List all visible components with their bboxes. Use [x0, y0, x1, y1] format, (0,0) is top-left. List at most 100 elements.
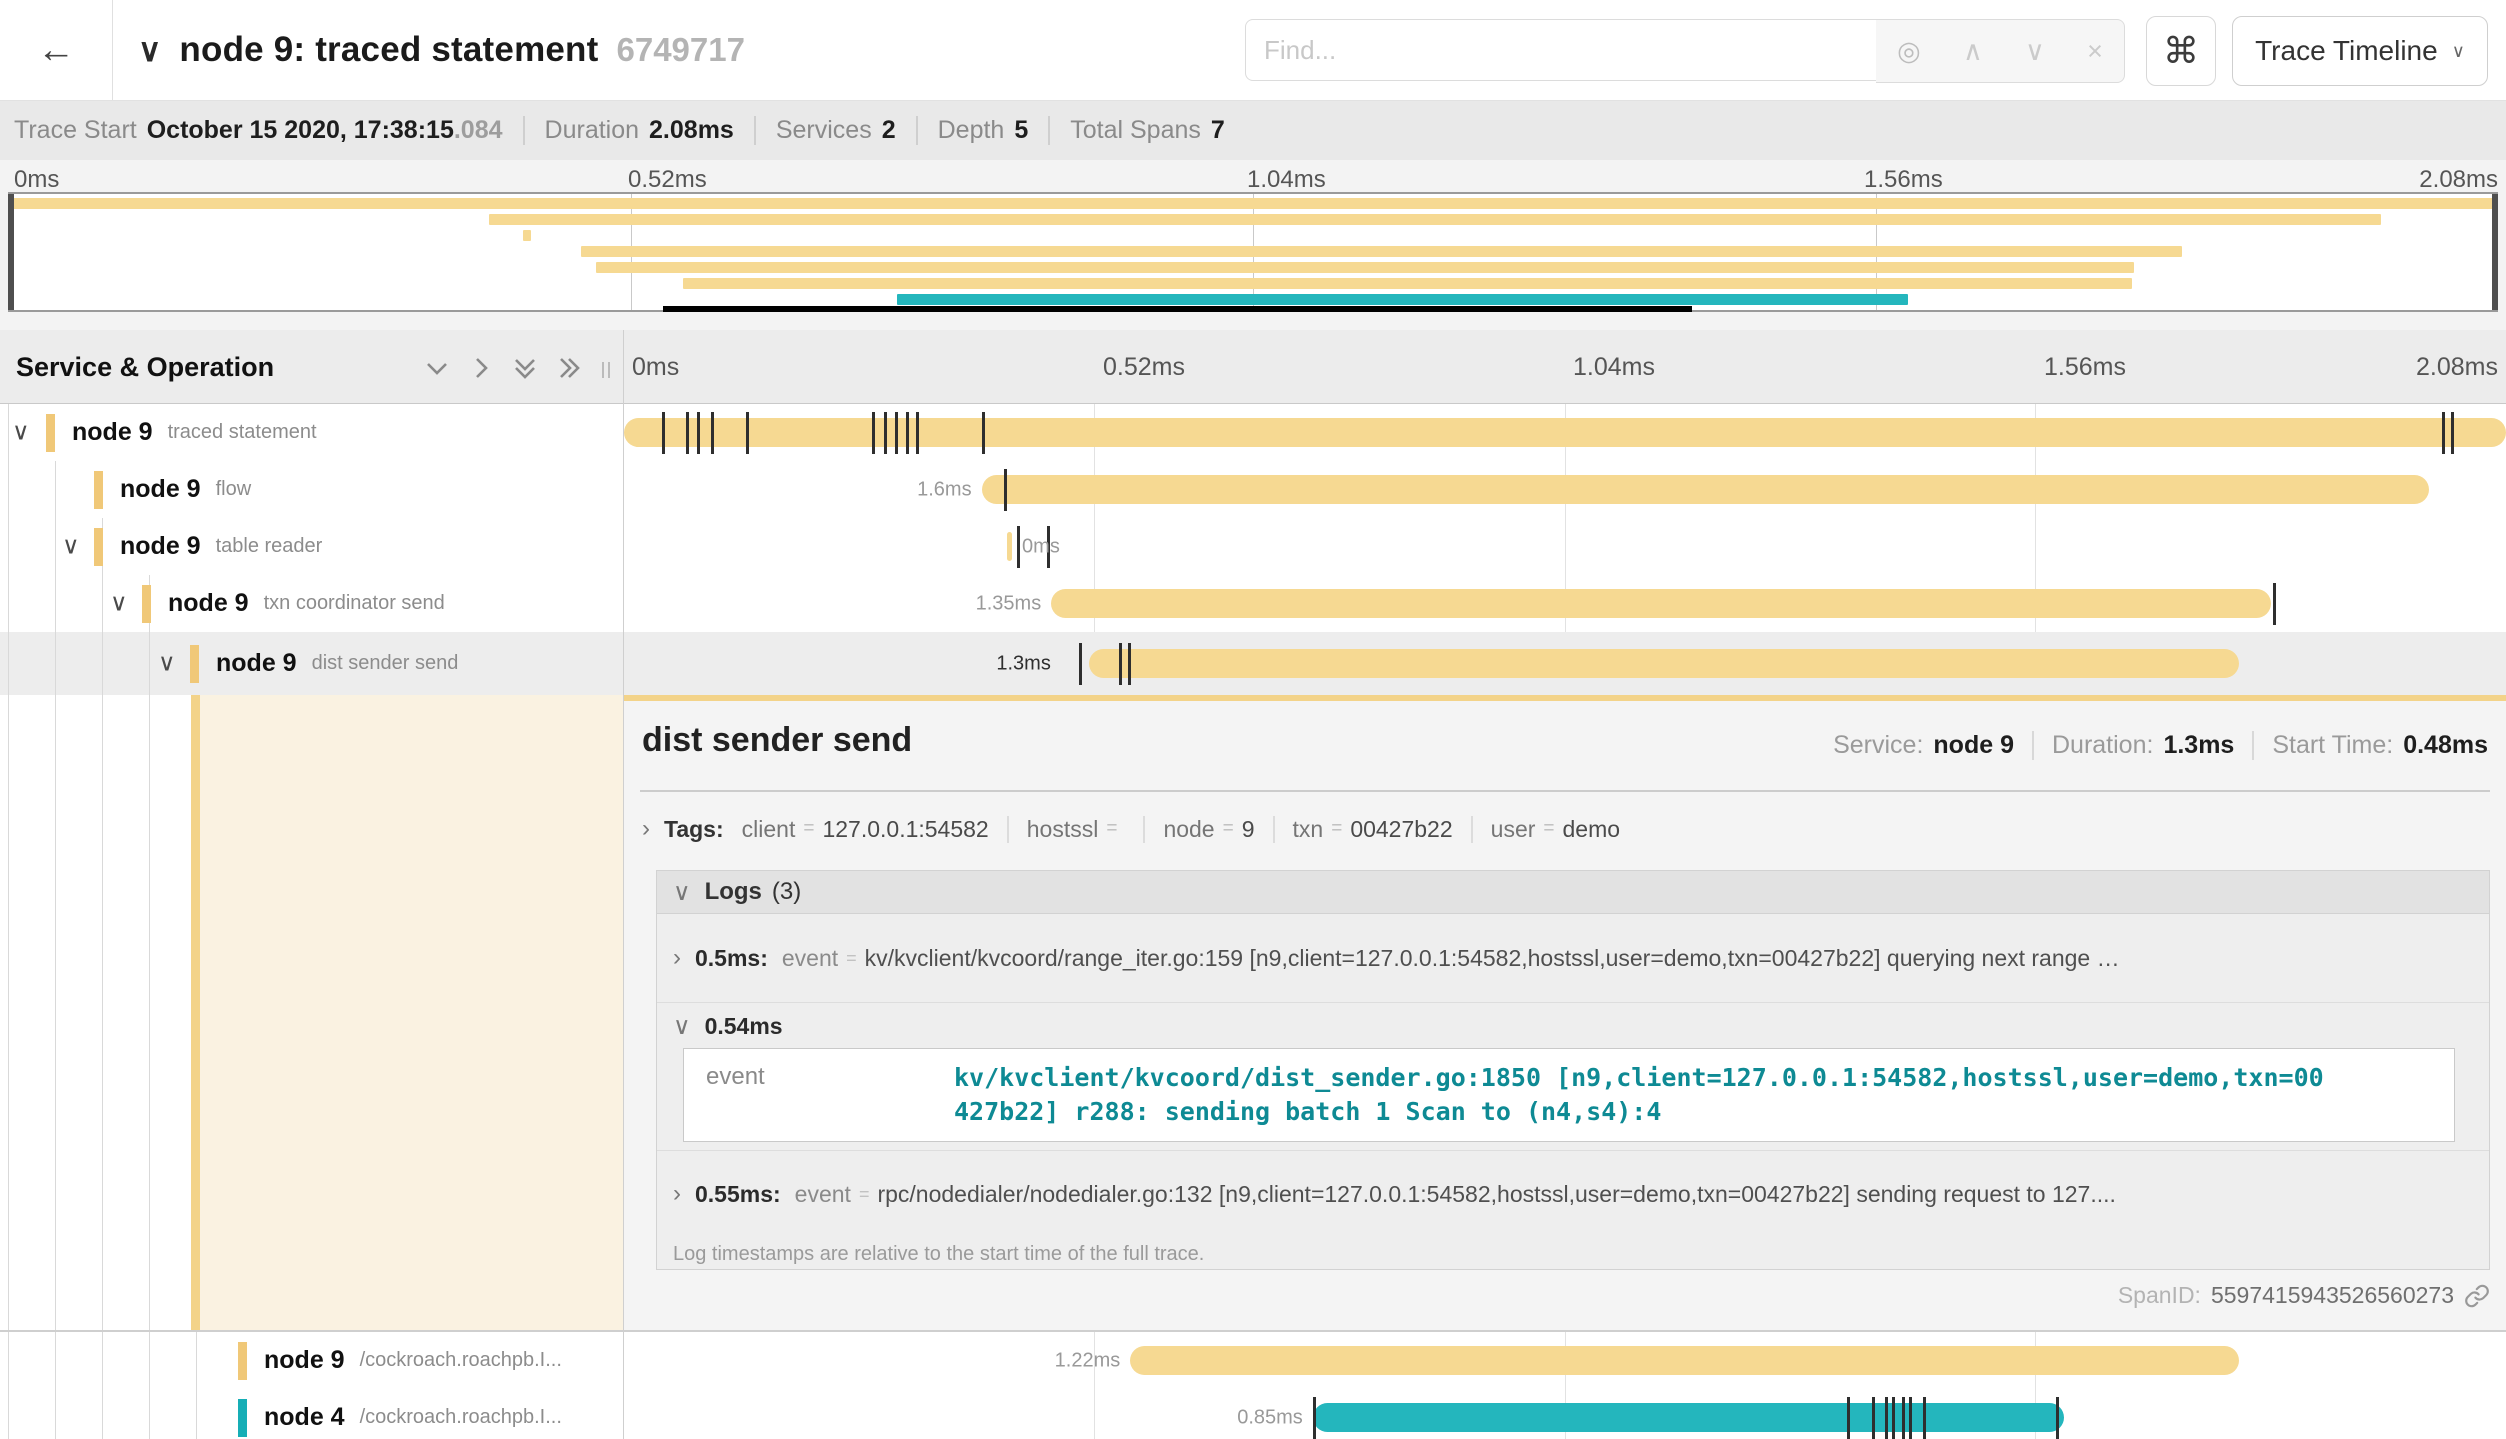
- operation-name: /cockroach.roachpb.I...: [360, 1349, 562, 1372]
- operation-name: traced statement: [168, 421, 317, 444]
- tags-toggle-row[interactable]: › Tags: client = 127.0.0.1:54582 hostssl…: [642, 809, 1620, 849]
- chevron-down-icon[interactable]: ∨: [110, 588, 128, 617]
- minimap-scrubber[interactable]: [663, 306, 1692, 312]
- service-name: node 9: [72, 418, 153, 447]
- span-tree-row-txn-coordinator-send[interactable]: ∨ node 9 txn coordinator send: [0, 575, 623, 632]
- span-tree-row-flow[interactable]: node 9 flow: [0, 461, 623, 518]
- tag-value: 127.0.0.1:54582: [822, 816, 988, 843]
- timeline-axis-tick: 1.56ms: [2044, 330, 2126, 404]
- log-entry-0.55ms[interactable]: › 0.55ms: event = rpc/nodedialer/nodedia…: [657, 1150, 2489, 1237]
- equals-sign: =: [1106, 818, 1117, 840]
- duration-item: Duration 2.08ms: [523, 116, 734, 145]
- tags-label: Tags:: [664, 816, 724, 843]
- title-collapse-icon[interactable]: ∨: [138, 31, 161, 69]
- log-marker-tick: [1885, 1397, 1888, 1439]
- service-name: node 4: [264, 1403, 345, 1432]
- expanded-span-accent-column: [200, 695, 623, 1330]
- log-entry-0.54ms-header[interactable]: ∨ 0.54ms: [657, 1003, 2489, 1049]
- tag-key: hostssl: [1027, 816, 1099, 843]
- expand-one-icon[interactable]: [464, 351, 498, 385]
- span-tree-row-node9-roachpb[interactable]: node 9 /cockroach.roachpb.I...: [0, 1332, 623, 1389]
- trace-timeline-dropdown[interactable]: Trace Timeline ∨: [2232, 16, 2488, 86]
- tree-guide-line: [149, 575, 150, 1439]
- span-bar[interactable]: [1007, 532, 1012, 561]
- span-tree-row-dist-sender-send[interactable]: ∨ node 9 dist sender send: [0, 632, 623, 695]
- log-marker-tick: [1017, 526, 1020, 568]
- expanded-span-accent-band: [191, 695, 200, 1330]
- span-tree-row-node4-roachpb[interactable]: node 4 /cockroach.roachpb.I...: [0, 1389, 623, 1439]
- log-field-key: event: [706, 1063, 765, 1091]
- log-marker-tick: [2056, 1397, 2059, 1439]
- chevron-down-icon[interactable]: ∨: [12, 417, 30, 446]
- chevron-right-icon: ›: [642, 815, 650, 843]
- span-duration-label: 0ms: [1022, 535, 1060, 558]
- tag-value: demo: [1563, 816, 1621, 843]
- chevron-down-icon[interactable]: ∨: [62, 531, 80, 560]
- services-label: Services: [776, 116, 872, 145]
- span-duration-label: 1.6ms: [917, 478, 971, 501]
- tag-key: user: [1491, 816, 1536, 843]
- collapse-all-icon[interactable]: [508, 351, 542, 385]
- equals-sign: =: [846, 948, 857, 969]
- span-bar[interactable]: [1130, 1346, 2238, 1375]
- minimap-viewport[interactable]: [8, 192, 2498, 312]
- log-marker-tick: [746, 412, 749, 454]
- find-next-icon[interactable]: ∨: [2025, 38, 2045, 65]
- service-color-chip: [142, 585, 151, 623]
- service-name: node 9: [264, 1346, 345, 1375]
- timeline-minimap[interactable]: 0ms0.52ms1.04ms1.56ms2.08ms: [0, 160, 2506, 330]
- span-tree-row-traced-statement[interactable]: ∨ node 9 traced statement: [0, 404, 623, 461]
- service-name: node 9: [168, 589, 249, 618]
- tag-key: txn: [1293, 816, 1324, 843]
- span-detail-panel: dist sender send Service: node 9 Duratio…: [624, 695, 2506, 1332]
- column-resizer-handle[interactable]: [600, 356, 614, 382]
- find-clear-icon[interactable]: ×: [2087, 38, 2103, 65]
- meta-service: Service: node 9: [1833, 731, 2014, 760]
- page-title: node 9: traced statement: [179, 30, 598, 70]
- span-bar[interactable]: [1051, 589, 2271, 618]
- trace-summary-bar: Trace Start October 15 2020, 17:38:15 .0…: [0, 101, 2506, 160]
- timeline-header: Service & Operation 0ms0.52ms1.04ms1.56m…: [0, 330, 2506, 404]
- log-field-key: event: [795, 1181, 851, 1208]
- span-bar[interactable]: [1313, 1403, 2064, 1432]
- trace-title-group: ∨ node 9: traced statement 6749717: [138, 0, 745, 100]
- log-marker-tick: [1923, 1397, 1926, 1439]
- span-bar[interactable]: [982, 475, 2429, 504]
- equals-sign: =: [1223, 818, 1234, 840]
- depth-label: Depth: [938, 116, 1005, 145]
- tag-client: client = 127.0.0.1:54582: [742, 816, 989, 843]
- meta-start-time-value: 0.48ms: [2403, 731, 2488, 760]
- service-name: node 9: [120, 532, 201, 561]
- collapse-one-icon[interactable]: [420, 351, 454, 385]
- minimap-drag-handle-right[interactable]: [2492, 194, 2498, 310]
- depth-item: Depth 5: [916, 116, 1029, 145]
- find-prev-icon[interactable]: ∧: [1963, 38, 1983, 65]
- span-detail-meta: Service: node 9 Duration: 1.3ms Start Ti…: [1833, 731, 2488, 760]
- meta-service-value: node 9: [1933, 731, 2014, 760]
- minimap-axis-label: 0ms: [14, 166, 59, 194]
- meta-duration-label: Duration:: [2052, 731, 2153, 760]
- service-operation-heading: Service & Operation: [16, 330, 274, 404]
- tag-value: 9: [1242, 816, 1255, 843]
- equals-sign: =: [1543, 818, 1554, 840]
- span-bar[interactable]: [1089, 649, 2239, 678]
- link-icon[interactable]: [2464, 1283, 2490, 1309]
- log-marker-tick: [2442, 412, 2445, 454]
- locate-icon[interactable]: ◎: [1897, 38, 1921, 65]
- back-button[interactable]: ←: [0, 0, 113, 100]
- log-marker-tick: [1128, 643, 1131, 685]
- chevron-down-icon[interactable]: ∨: [158, 648, 176, 677]
- back-arrow-icon: ←: [37, 29, 75, 72]
- expand-all-icon[interactable]: [552, 351, 586, 385]
- find-input[interactable]: [1245, 19, 1877, 81]
- keyboard-shortcuts-button[interactable]: ⌘: [2146, 16, 2216, 86]
- logs-toggle-header[interactable]: ∨ Logs (3): [657, 871, 2489, 914]
- logs-section: ∨ Logs (3) › 0.5ms: event = kv/kvclient/…: [656, 870, 2490, 1270]
- log-event-table: event kv/kvclient/kvcoord/dist_sender.go…: [683, 1048, 2455, 1142]
- minimap-span-bar: [489, 214, 2381, 225]
- minimap-drag-handle-left[interactable]: [8, 194, 14, 310]
- timeline-axis-tick: 0ms: [632, 330, 679, 404]
- span-tree-row-table-reader[interactable]: ∨ node 9 table reader: [0, 518, 623, 575]
- tag-hostssl: hostssl =: [1007, 816, 1126, 843]
- log-entry-0.5ms[interactable]: › 0.5ms: event = kv/kvclient/kvcoord/ran…: [657, 914, 2489, 1003]
